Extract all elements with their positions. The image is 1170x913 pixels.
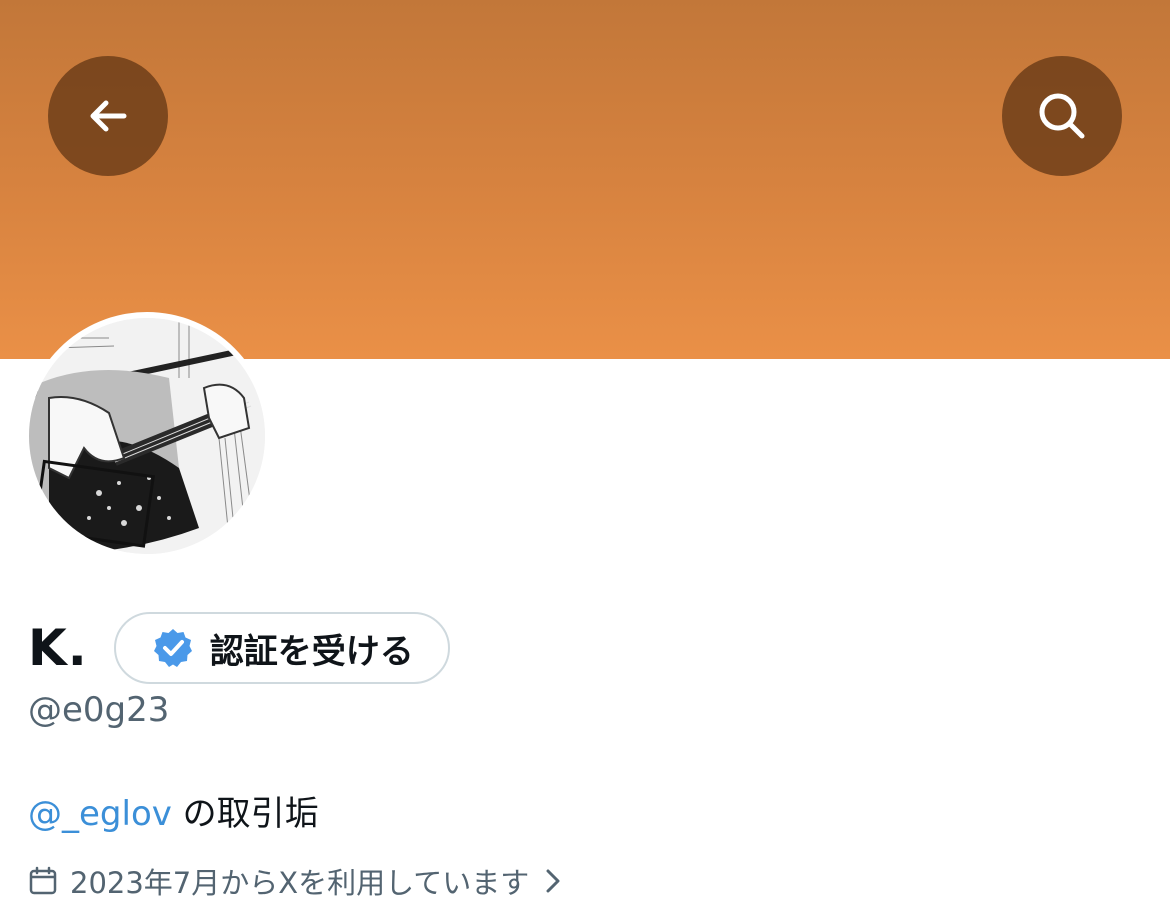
search-icon <box>1039 93 1085 139</box>
get-verified-label: 認証を受ける <box>209 631 414 672</box>
joined-date-row[interactable]: 2023年7月からXを利用しています <box>28 860 563 902</box>
bass-guitar-illustration <box>29 318 265 554</box>
user-handle: @e0g23 <box>28 690 170 730</box>
chevron-right-icon <box>546 869 560 893</box>
name-row: K. 認証を受ける <box>28 612 450 684</box>
bio-mention-link[interactable]: @_eglov <box>28 794 172 834</box>
avatar-image <box>29 318 265 554</box>
search-button[interactable] <box>1002 56 1122 176</box>
display-name: K. <box>28 619 88 677</box>
bio: @_eglov の取引垢 <box>28 786 319 835</box>
arrow-left-icon <box>90 100 127 132</box>
profile-banner[interactable] <box>0 0 1170 359</box>
joined-date-text: 2023年7月からXを利用しています <box>70 866 530 900</box>
bio-text: の取引垢 <box>171 794 319 834</box>
back-button[interactable] <box>48 56 168 176</box>
calendar-icon <box>29 866 57 895</box>
get-verified-button[interactable]: 認証を受ける <box>113 612 450 684</box>
verified-badge-icon <box>153 629 192 667</box>
avatar[interactable] <box>23 312 271 560</box>
